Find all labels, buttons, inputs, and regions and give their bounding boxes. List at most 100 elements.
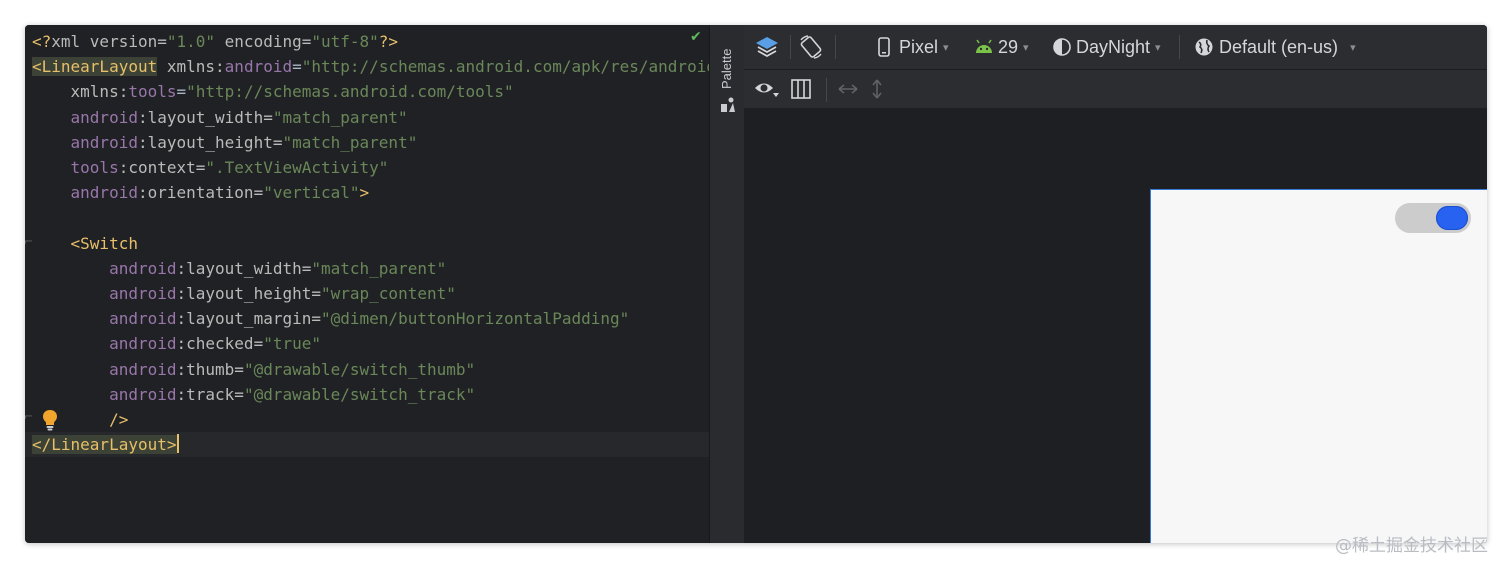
locale-label: Default (en-us) [1219,36,1339,57]
code-line[interactable]: <?xml version="1.0" encoding="utf-8"?> [32,29,398,54]
lightbulb-icon[interactable] [42,409,58,431]
code-token: :orientation= [137,183,264,203]
code-token: android [224,57,293,77]
code-token: android [32,384,177,404]
code-token: = [176,82,187,102]
code-line[interactable]: android:track="@drawable/switch_track" [32,382,475,407]
code-token: "wrap_content" [321,284,456,303]
view-options-button[interactable] [754,70,780,108]
code-token: </LinearLayout> [32,435,177,455]
code-token: :layout_width= [176,258,312,278]
device-label: Pixel [899,36,939,57]
layers-button[interactable] [754,25,780,69]
code-token: tools [128,82,177,102]
code-token: android [32,258,177,278]
design-toolbar: Pixel ▾ 29 ▾ DayNight ▾ Default (en-us) … [744,25,1487,70]
theme-label: DayNight [1076,36,1151,57]
code-token: "@drawable/switch_track" [243,384,476,404]
code-token: ?> [378,32,399,51]
horizontal-resize-button[interactable] [836,70,860,108]
code-token: "@dimen/buttonHorizontalPadding" [321,309,630,329]
theme-icon [1053,38,1071,56]
code-line[interactable]: android:orientation="vertical"> [32,180,370,205]
design-canvas[interactable] [744,108,1487,543]
code-token: "http://schemas.android.com/tools" [186,82,514,102]
code-token: android [32,334,177,354]
code-token: :context= [118,158,206,177]
theme-selector[interactable]: DayNight ▾ [1052,25,1161,69]
code-line[interactable]: <LinearLayout xmlns:android="http://sche… [32,54,709,79]
code-line[interactable]: android:layout_width="match_parent" [32,256,446,281]
inspection-ok-icon[interactable]: ✔ [690,29,702,45]
toolbar-divider [835,35,836,59]
code-token: <Switch [32,233,138,253]
code-token: "vertical" [263,183,360,203]
locale-selector[interactable]: Default (en-us) ▾ [1194,25,1356,69]
code-line[interactable]: tools:context=".TextViewActivity" [32,155,389,180]
layers-icon [756,37,778,58]
code-line[interactable]: android:checked="true" [32,331,321,356]
code-token: "utf-8" [311,32,379,51]
code-token: "http://schemas.android.com/apk/res/andr… [301,57,709,77]
code-token: "match_parent" [311,258,447,278]
globe-icon [1195,38,1213,56]
eye-icon [755,83,779,97]
device-preview[interactable] [1150,189,1487,543]
code-token: "@drawable/switch_thumb" [243,359,476,379]
rotate-device-icon [800,35,822,59]
code-line[interactable]: </LinearLayout> [25,432,709,458]
ide-window: ⌐ ⌐ ⌐ <?xml version="1.0" encoding="utf-… [25,25,1487,543]
switch-preview[interactable] [1395,203,1471,233]
toolbar-divider [1179,35,1180,59]
code-line[interactable]: xmlns:tools="http://schemas.android.com/… [32,79,514,104]
code-token: android [32,359,177,379]
blueprint-toggle[interactable] [790,70,812,108]
text-caret [176,434,179,454]
chevron-down-icon: ▾ [1023,41,1029,54]
chevron-down-icon: ▾ [943,41,949,54]
code-line[interactable]: <Switch [32,231,138,256]
code-token: :layout_width= [137,107,273,127]
palette-icon[interactable] [720,97,736,113]
orientation-button[interactable] [798,25,824,69]
code-token: "match_parent" [282,132,418,152]
view-options-toolbar [744,70,1487,108]
code-token: android [32,309,177,329]
phone-icon [878,37,890,57]
code-line[interactable]: android:layout_margin="@dimen/buttonHori… [32,306,629,331]
palette-tool-strip: Palette [709,25,745,543]
code-line[interactable]: android:layout_width="match_parent" [32,105,408,130]
code-token: android [32,284,177,303]
code-token: "1.0" [166,32,216,51]
code-token: :layout_height= [137,132,283,152]
code-token: :track= [176,384,244,404]
chevron-down-icon: ▾ [1350,41,1356,54]
code-token: > [359,183,370,203]
code-token: tools [32,158,119,177]
code-editor[interactable]: ⌐ ⌐ ⌐ <?xml version="1.0" encoding="utf-… [25,25,709,543]
code-token: xml version= [51,32,167,51]
device-selector[interactable]: Pixel ▾ [877,25,949,69]
chevron-down-icon: ▾ [1155,41,1161,54]
switch-thumb [1436,206,1468,230]
watermark: @稀土掘金技术社区 [1335,536,1488,556]
code-line[interactable]: android:thumb="@drawable/switch_thumb" [32,357,475,382]
code-line[interactable]: android:layout_height="wrap_content" [32,281,456,306]
code-line[interactable]: android:layout_height="match_parent" [32,130,418,155]
code-token: <LinearLayout [32,57,158,77]
columns-icon [791,79,811,99]
horizontal-arrows-icon [838,84,858,94]
android-icon [976,39,992,53]
palette-tab[interactable]: Palette [719,49,734,89]
code-token: xmlns: [32,82,129,102]
code-token: <? [32,32,52,51]
code-token: android [32,183,138,203]
code-token: :checked= [176,334,264,354]
api-level-selector[interactable]: 29 ▾ [974,25,1029,69]
toolbar-divider [826,78,827,102]
toolbar-divider [790,35,791,59]
code-token: "true" [263,334,321,354]
code-token: encoding= [215,32,312,51]
code-token: android [32,132,138,152]
vertical-resize-button[interactable] [869,70,885,108]
